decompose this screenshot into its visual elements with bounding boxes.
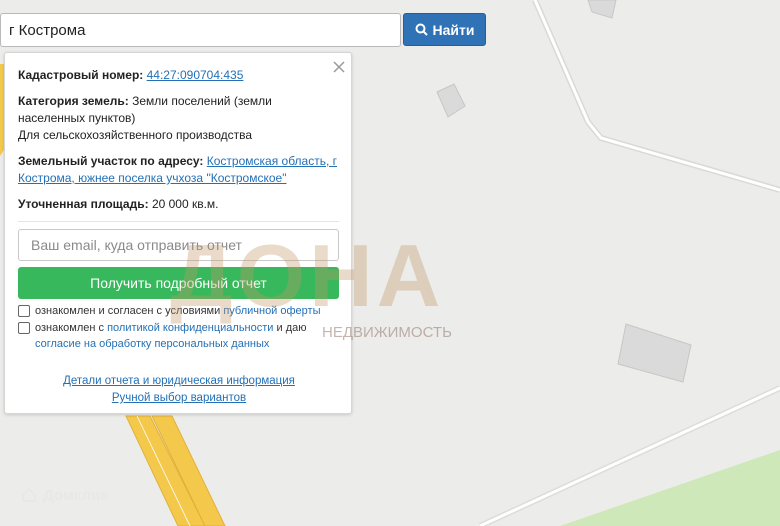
agree-offer-text: ознакомлен и согласен с условиями публич…	[35, 303, 321, 319]
agree-privacy-label: ознакомлен с	[35, 322, 108, 334]
agree-offer-checkbox[interactable]	[18, 305, 30, 317]
manual-selection-link[interactable]: Ручной выбор вариантов	[112, 392, 246, 404]
search-icon	[415, 23, 428, 36]
agree-privacy-mid: и даю	[273, 322, 307, 334]
manual-link-wrap: Ручной выбор вариантов	[5, 392, 353, 404]
privacy-policy-link[interactable]: политикой конфиденциальности	[107, 322, 273, 334]
area-value: 20 000 кв.м.	[151, 197, 219, 211]
search-input[interactable]	[0, 13, 401, 47]
usage-value: Для сельскохозяйственного производства	[18, 128, 253, 142]
parcel-info-card: Кадастровый номер: 44:27:090704:435 Кате…	[4, 52, 352, 414]
public-offer-link[interactable]: публичной оферты	[223, 305, 320, 317]
email-field[interactable]	[18, 229, 339, 261]
house-icon	[22, 487, 36, 502]
category-label: Категория земель:	[18, 94, 129, 108]
search-button[interactable]: Найти	[403, 13, 486, 46]
cadastral-label: Кадастровый номер:	[18, 68, 144, 82]
category-row: Категория земель: Земли поселений (земли…	[18, 93, 340, 144]
personal-data-consent-link[interactable]: согласие на обработку персональных данны…	[35, 338, 269, 350]
agree-offer-label: ознакомлен и согласен с условиями	[35, 305, 224, 317]
address-row: Земельный участок по адресу: Костромская…	[18, 153, 340, 187]
divider	[18, 221, 339, 222]
agree-privacy-checkbox[interactable]	[18, 322, 30, 334]
cadastral-row: Кадастровый номер: 44:27:090704:435	[18, 67, 340, 84]
domclick-logo-text: Домклик	[43, 486, 108, 504]
agree-privacy-text: ознакомлен с политикой конфиденциальност…	[35, 320, 335, 352]
domclick-logo: Домклик	[20, 486, 108, 504]
report-details-link[interactable]: Детали отчета и юридическая информация	[63, 375, 295, 387]
get-report-button[interactable]: Получить подробный отчет	[18, 267, 339, 299]
area-row: Уточненная площадь: 20 000 кв.м.	[18, 196, 340, 213]
details-link-wrap: Детали отчета и юридическая информация	[5, 375, 353, 387]
address-label: Земельный участок по адресу:	[18, 154, 204, 168]
search-button-label: Найти	[432, 21, 475, 38]
area-label: Уточненная площадь:	[18, 197, 149, 211]
cadastral-number-link[interactable]: 44:27:090704:435	[147, 68, 244, 82]
